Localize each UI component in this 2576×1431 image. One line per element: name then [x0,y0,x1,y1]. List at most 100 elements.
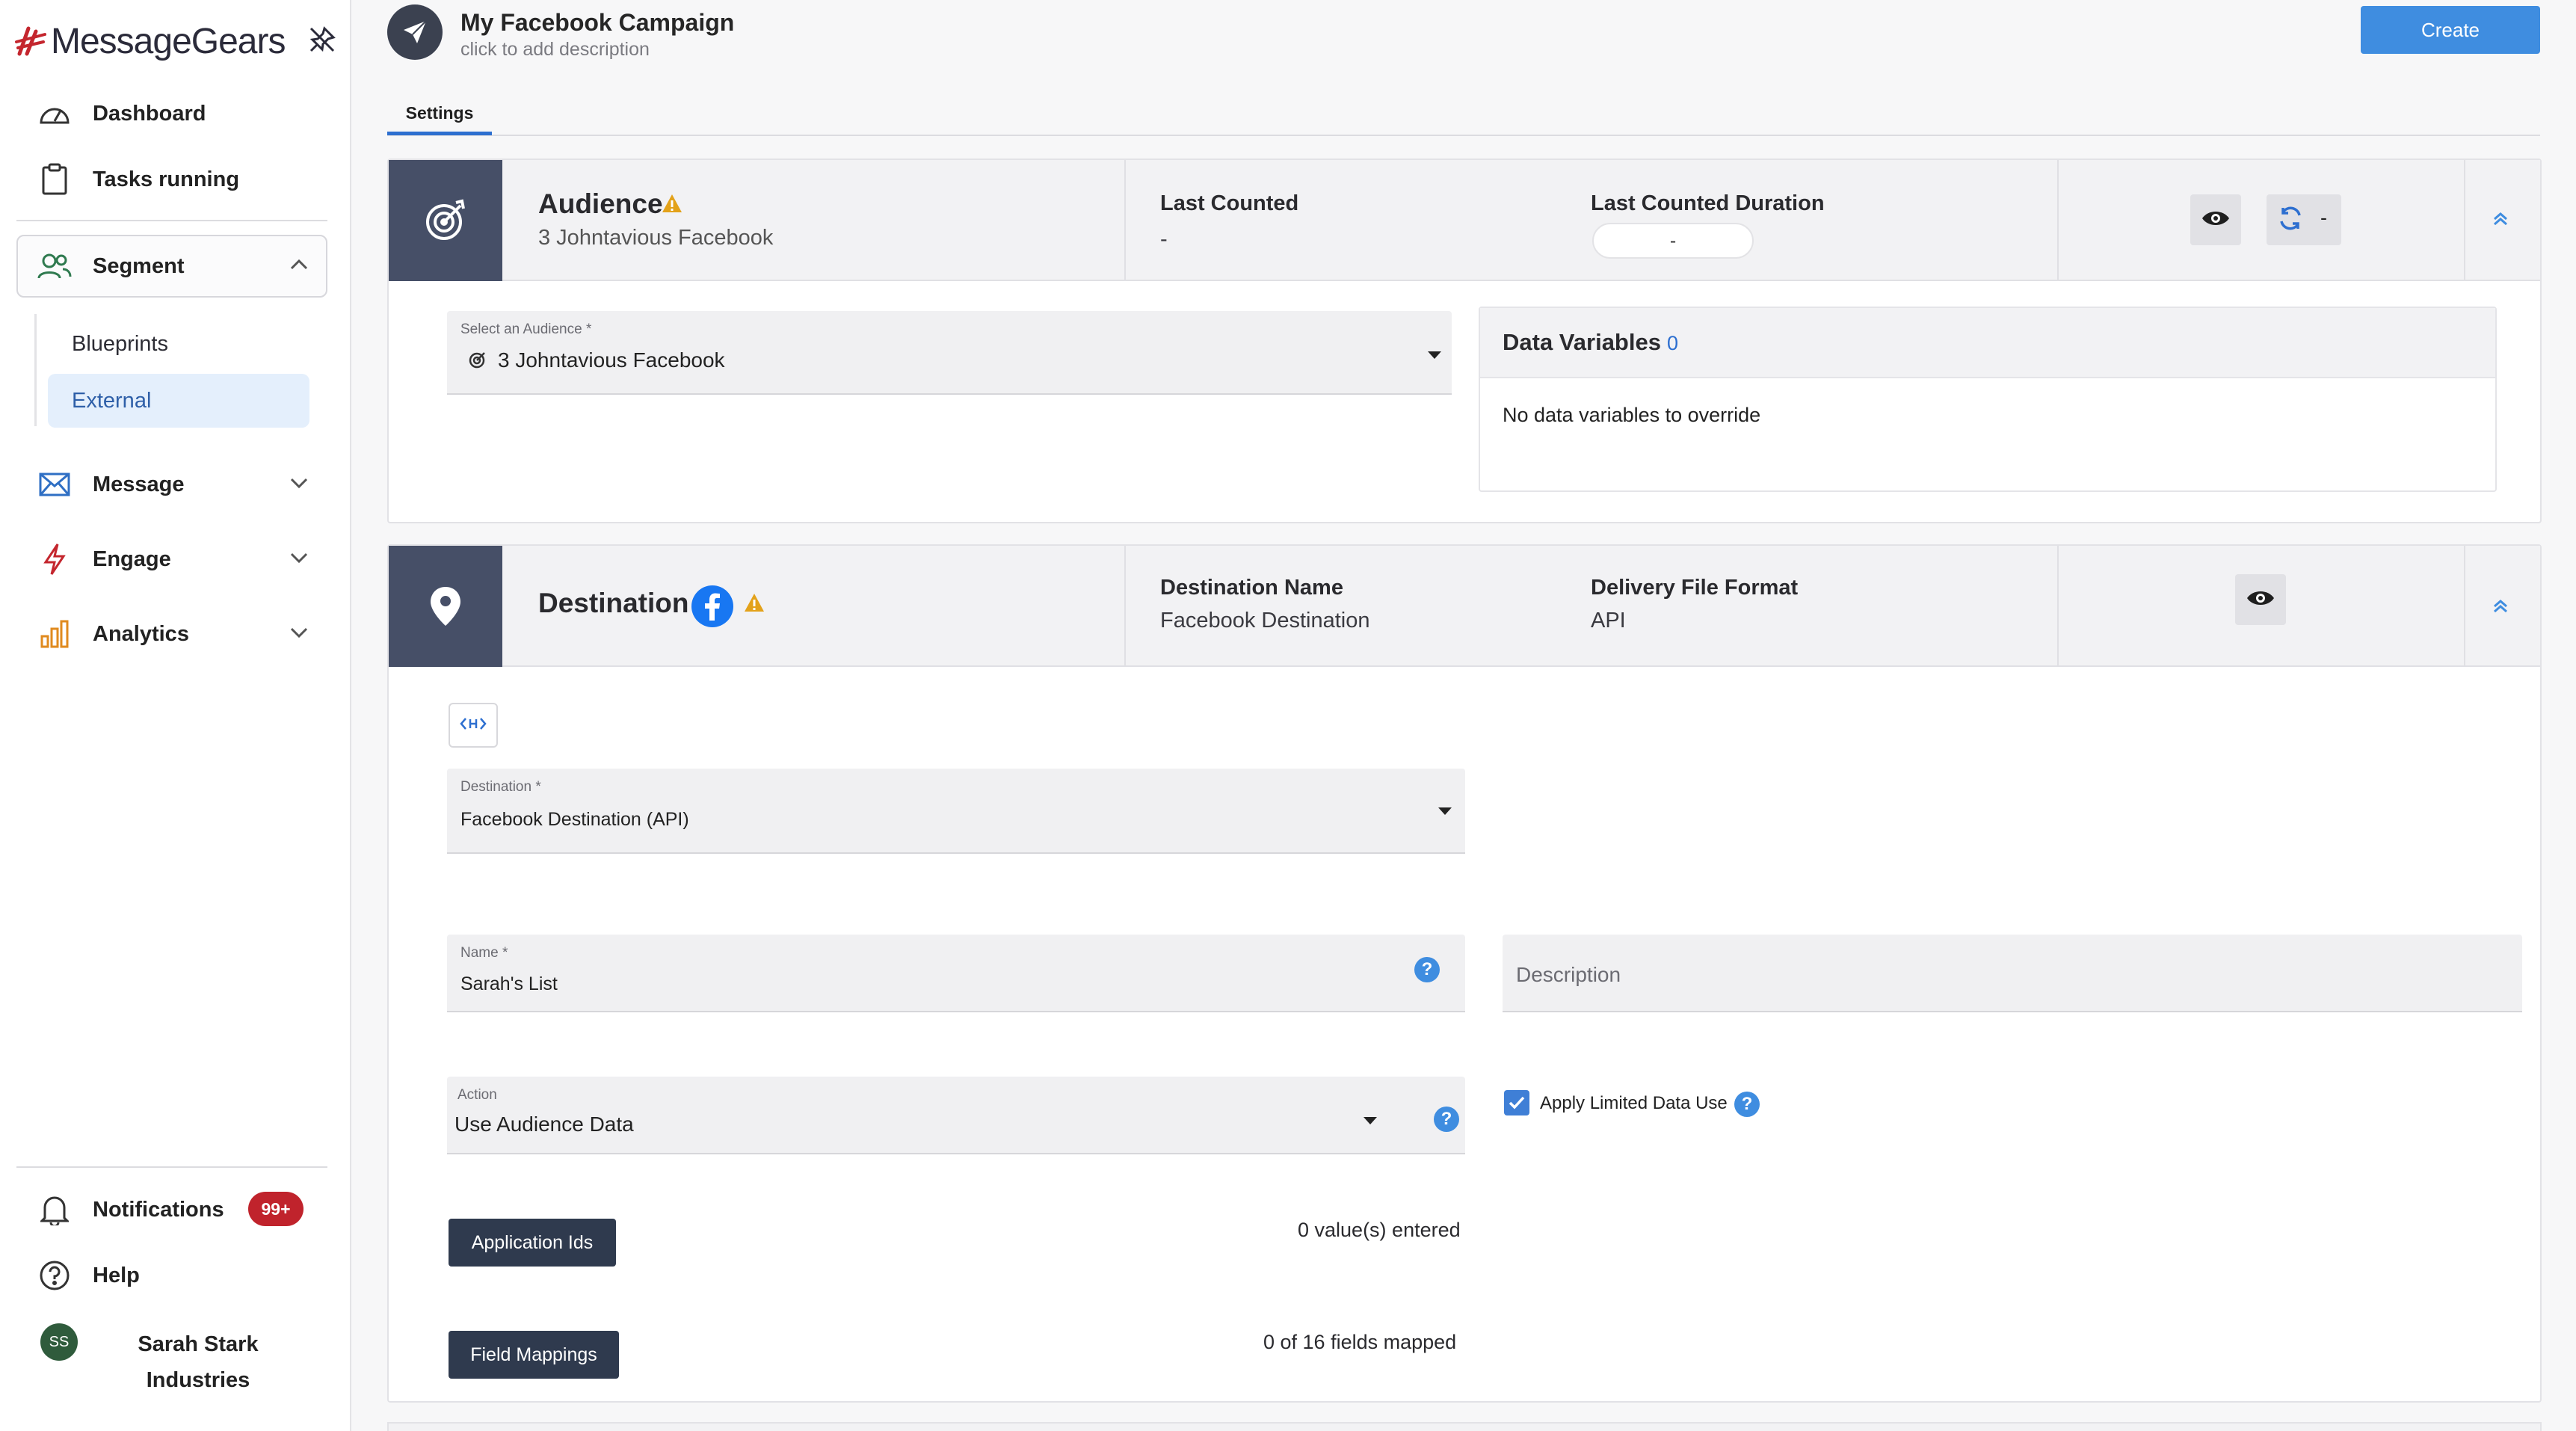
org-name-line: Industries [146,1368,250,1392]
dropdown-caret-icon [1364,1117,1377,1124]
tabs-divider [387,135,2540,136]
application-ids-button[interactable]: Application Ids [449,1219,616,1267]
destination-select-label: Destination * [460,779,541,795]
sidebar-item-segment[interactable]: Segment [37,244,329,289]
header-column-divider [2464,546,2465,667]
description-placeholder[interactable]: click to add description [460,39,650,61]
destination-select-value: Facebook Destination (API) [460,809,689,830]
sidebar-subitem-external[interactable]: External [48,374,309,428]
preview-destination-button[interactable] [2235,574,2286,625]
destination-select[interactable]: Destination * Facebook Destination (API) [447,769,1465,854]
org-name[interactable]: Sarah Stark Industries [112,1326,284,1398]
code-view-button[interactable] [449,703,498,748]
audience-select[interactable]: Select an Audience * 3 Johntavious Faceb… [447,311,1452,395]
destination-name-label: Destination Name [1160,576,1343,600]
notifications-badge: 99+ [248,1192,303,1226]
sidebar-item-analytics[interactable]: Analytics [37,612,329,656]
preview-audience-button[interactable] [2190,194,2241,245]
target-icon [468,350,487,373]
next-card-edge [387,1422,2542,1431]
collapse-chevrons-icon[interactable] [2491,597,2510,620]
bell-icon [37,1192,72,1227]
tab-settings[interactable]: Settings [387,97,492,136]
action-select-value: Use Audience Data [455,1113,634,1136]
help-circle-icon [37,1258,72,1293]
create-button[interactable]: Create [2361,6,2540,54]
pin-off-icon[interactable] [308,25,336,58]
header-column-divider [2057,160,2059,281]
sidebar-item-label: Engage [93,547,171,571]
envelope-icon [37,467,72,502]
audience-select-label: Select an Audience * [460,321,592,337]
header-column-divider [1124,546,1126,667]
tab-active-indicator [387,132,492,135]
submenu-guide-line [34,314,37,426]
chevron-down-icon [289,473,309,497]
audience-subtitle: 3 Johntavious Facebook [538,226,774,250]
header-column-divider [2464,160,2465,281]
header-column-divider [1124,160,1126,281]
dropdown-caret-icon [1438,807,1452,815]
data-variables-header: Data Variables 0 [1480,308,2495,378]
lightning-icon [37,542,72,576]
sidebar-divider [16,1166,327,1168]
last-counted-label: Last Counted [1160,191,1299,215]
avatar[interactable]: SS [40,1323,78,1361]
destination-name-value: Facebook Destination [1160,609,1370,633]
last-counted-duration-label: Last Counted Duration [1591,191,1825,215]
facebook-icon [691,585,734,632]
campaign-send-icon [387,4,443,60]
description-field[interactable]: Description [1503,935,2522,1012]
warning-icon [661,193,683,218]
sidebar-item-label: Notifications [93,1197,224,1222]
data-variables-count: 0 [1667,332,1679,354]
field-mappings-button[interactable]: Field Mappings [449,1331,619,1379]
audience-title: Audience [538,188,663,219]
action-select[interactable]: Action Use Audience Data ? [447,1077,1465,1154]
sidebar: MessageGears Dashboard Tasks running Seg… [0,0,351,1431]
sidebar-item-message[interactable]: Message [37,462,329,507]
sidebar-item-label: Segment [93,253,185,278]
bar-chart-icon [37,617,72,651]
collapse-chevrons-icon[interactable] [2491,209,2510,233]
logo[interactable]: MessageGears [15,19,336,61]
chevron-up-icon [289,254,309,279]
description-placeholder: Description [1516,963,1621,986]
audience-select-value: 3 Johntavious Facebook [498,348,725,372]
limited-data-use-label: Apply Limited Data Use [1540,1093,1728,1113]
sidebar-item-engage[interactable]: Engage [37,537,329,582]
sidebar-item-tasks-running[interactable]: Tasks running [37,157,329,202]
action-select-label: Action [457,1087,497,1103]
chevron-down-icon [289,547,309,572]
help-icon[interactable]: ? [1734,1092,1760,1117]
delivery-file-format-value: API [1591,609,1626,633]
sidebar-item-label: Tasks running [93,167,240,191]
clipboard-icon [37,162,72,197]
refresh-icon [2277,205,2304,236]
field-mappings-count: 0 of 16 fields mapped [1263,1331,1457,1353]
limited-data-use-checkbox[interactable] [1504,1090,1529,1115]
brand-name: MessageGears [51,22,286,61]
refresh-count-value: - [2320,206,2327,229]
header-column-divider [2057,546,2059,667]
code-brackets-icon [460,716,487,735]
list-name-label: Name * [460,945,508,961]
page-title[interactable]: My Facebook Campaign [460,9,734,37]
eye-icon [2201,209,2231,232]
destination-card: Destination Destination Name Facebook De… [387,544,2542,1403]
warning-icon [743,592,765,617]
list-name-value: Sarah's List [460,973,558,994]
destination-title: Destination [538,588,689,618]
messagegears-logo-icon [15,24,48,61]
sidebar-item-label: Analytics [93,621,189,646]
sidebar-subitem-blueprints[interactable]: Blueprints [48,317,309,371]
list-name-field[interactable]: Name * Sarah's List ? [447,935,1465,1012]
help-icon[interactable]: ? [1414,957,1440,982]
sidebar-item-label: Help [93,1263,140,1287]
sidebar-item-help[interactable]: Help [37,1253,329,1298]
chevron-down-icon [289,622,309,647]
help-icon[interactable]: ? [1434,1107,1459,1132]
sidebar-item-dashboard[interactable]: Dashboard [37,91,329,136]
refresh-count-button[interactable]: - [2267,194,2341,245]
users-icon [37,249,72,283]
